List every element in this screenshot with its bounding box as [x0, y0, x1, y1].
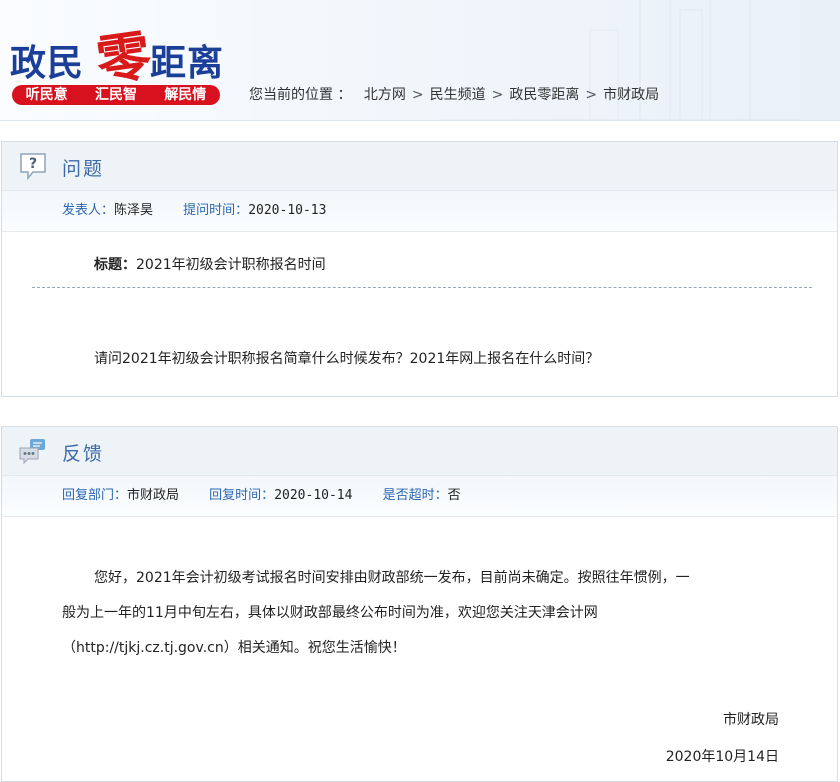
feedback-body: 您好，2021年会计初级考试报名时间安排由财政部统一发布，目前尚未确定。按照往年… [62, 561, 772, 666]
slogan-item: 解民情 [164, 87, 207, 103]
question-title-text: 2021年初级会计职称报名时间 [136, 257, 326, 273]
question-time-value: 2020-10-13 [248, 203, 327, 218]
feedback-section-title: 反馈 [62, 443, 105, 465]
dashed-divider [32, 287, 812, 288]
feedback-panel: 反馈 回复部门：市财政局 回复时间：2020-10-14 是否超时：否 您好，2… [1, 426, 838, 782]
breadcrumb-link-beifang[interactable]: 北方网 [364, 87, 406, 103]
question-panel-header: ? 问题 [2, 142, 837, 191]
logo-text-part2: 零 [92, 22, 155, 94]
site-logo[interactable]: 政民 零 距离 [10, 14, 270, 94]
breadcrumb-separator: > [585, 87, 598, 103]
feedback-panel-header: 反馈 [2, 427, 837, 476]
breadcrumb-separator: > [491, 87, 504, 103]
slogan-item: 听民意 [25, 87, 68, 103]
overtime-label: 是否超时： [382, 488, 448, 503]
reply-time-label: 回复时间： [209, 488, 275, 503]
feedback-date: 2020年10月14日 [665, 749, 779, 765]
question-time-label: 提问时间： [183, 203, 249, 218]
reply-dept-value: 市财政局 [127, 488, 180, 503]
svg-text:?: ? [29, 156, 37, 172]
reply-dept-label: 回复部门： [62, 488, 128, 503]
overtime-value: 否 [447, 488, 461, 503]
question-meta-row: 发表人：陈泽昊 提问时间：2020-10-13 [2, 191, 837, 232]
reply-time-value: 2020-10-14 [274, 488, 353, 503]
feedback-signature: 市财政局 [723, 712, 779, 728]
breadcrumb-link-zhengmin[interactable]: 政民零距离 [509, 87, 579, 103]
breadcrumb-link-caizhengju[interactable]: 市财政局 [603, 87, 659, 103]
feedback-line: （http://tjkj.cz.tj.gov.cn）相关通知。祝您生活愉快！ [62, 640, 406, 656]
breadcrumb-separator: > [411, 87, 424, 103]
chat-bubbles-icon [19, 439, 45, 465]
logo-text-part1: 政民 [10, 42, 85, 84]
question-mark-icon: ? [20, 153, 46, 181]
question-panel: ? 问题 发表人：陈泽昊 提问时间：2020-10-13 标题：2021年初级会… [1, 141, 838, 397]
poster-label: 发表人： [62, 203, 115, 218]
feedback-meta-row: 回复部门：市财政局 回复时间：2020-10-14 是否超时：否 [2, 476, 837, 517]
poster-name: 陈泽昊 [114, 203, 154, 218]
slogan-item: 汇民智 [94, 87, 137, 103]
question-section-title: 问题 [62, 158, 105, 180]
feedback-line: 您好，2021年会计初级考试报名时间安排由财政部统一发布，目前尚未确定。按照往年… [94, 570, 690, 586]
logo-text-part3: 距离 [150, 42, 225, 84]
feedback-line: 般为上一年的11月中旬左右，具体以财政部最终公布时间为准，欢迎您关注天津会计网 [62, 605, 598, 621]
breadcrumb-link-minsheng[interactable]: 民生频道 [430, 87, 486, 103]
question-title-label: 标题： [94, 257, 136, 273]
breadcrumb: 您当前的位置 ： 北方网 > 民生频道 > 政民零距离 > 市财政局 [249, 84, 659, 104]
question-body: 请问2021年初级会计职称报名简章什么时候发布？2021年网上报名在什么时间？ [94, 351, 600, 367]
breadcrumb-label: 您当前的位置 ： [249, 87, 352, 103]
slogan-bar: 听民意 汇民智 解民情 [12, 85, 220, 105]
site-header: 政民 零 距离 听民意 汇民智 解民情 您当前的位置 ： 北方网 > 民生频道 > 政民… [0, 0, 840, 121]
question-title: 标题：2021年初级会计职称报名时间 [94, 254, 326, 274]
